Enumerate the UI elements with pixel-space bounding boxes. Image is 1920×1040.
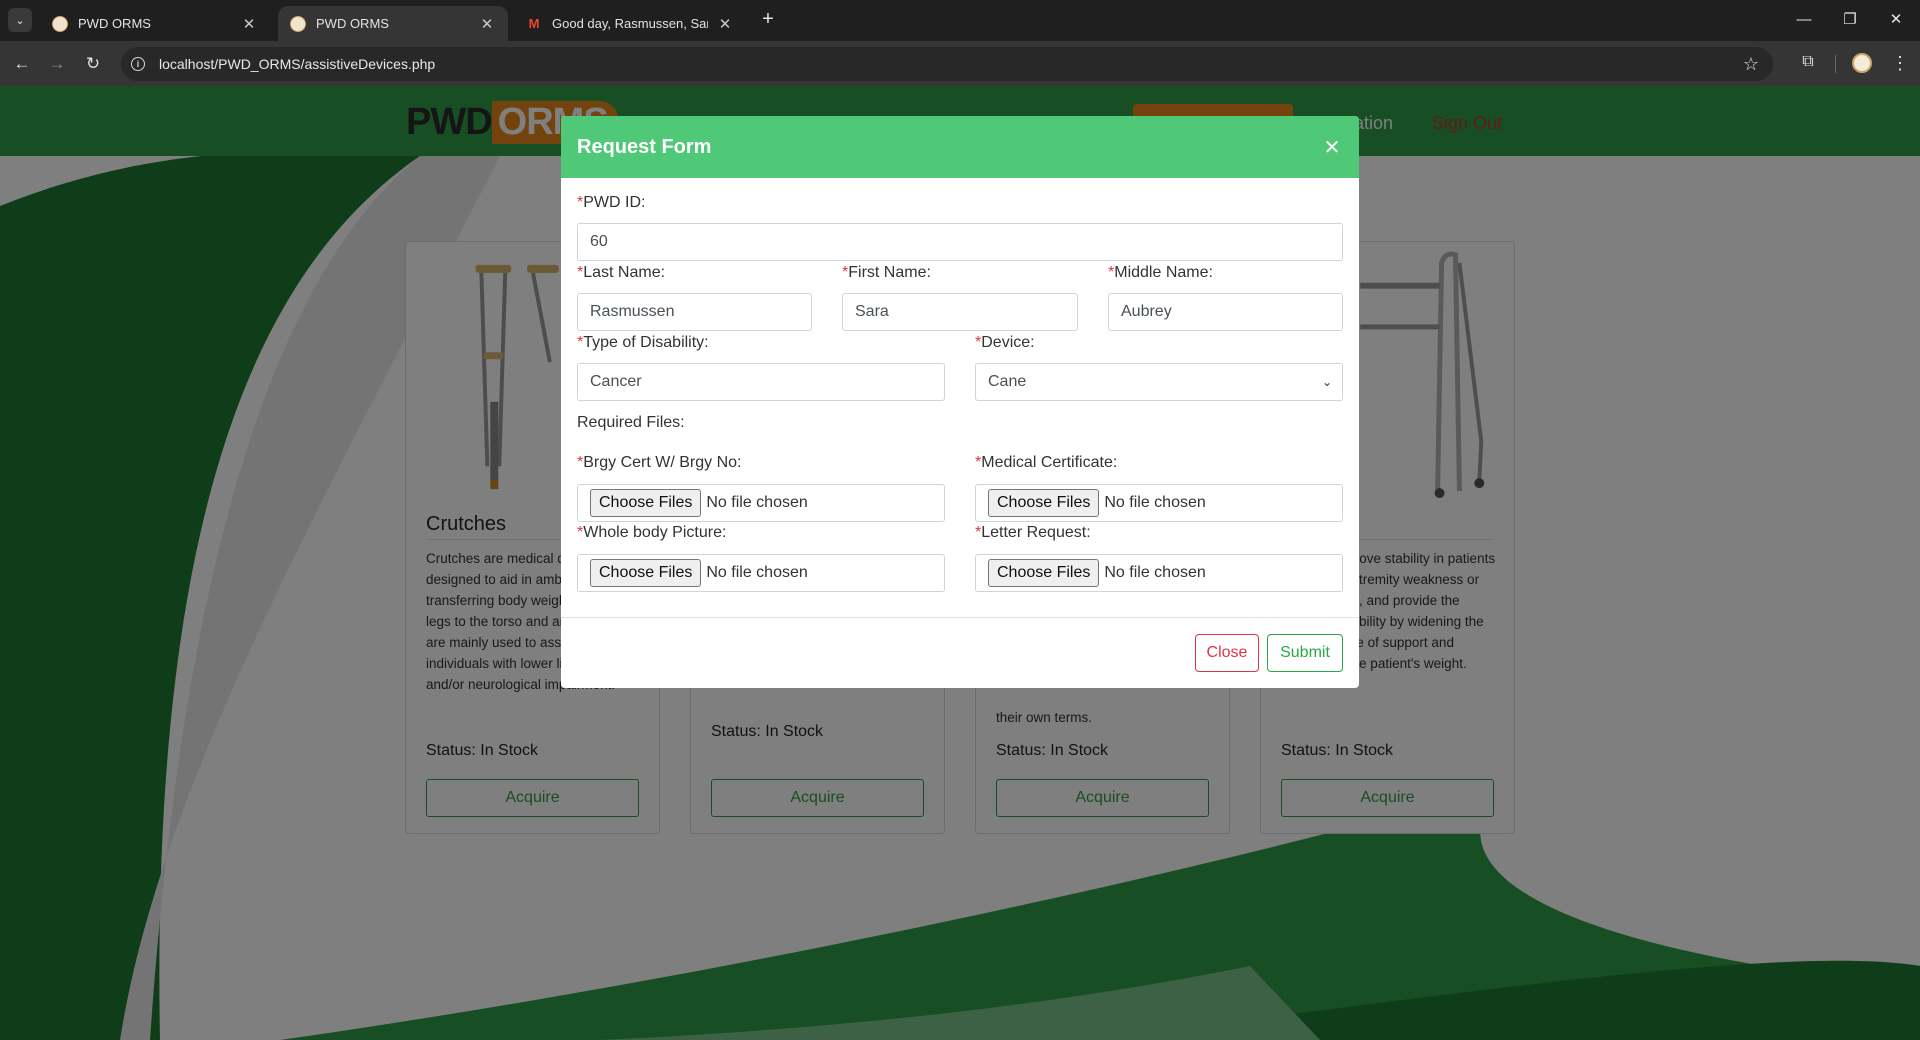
profile-avatar[interactable] xyxy=(1852,53,1872,73)
site-info-icon[interactable]: i xyxy=(131,57,145,71)
label-text: Whole body Picture: xyxy=(583,524,727,541)
submit-button[interactable]: Submit xyxy=(1267,634,1343,672)
close-tab-icon[interactable]: ✕ xyxy=(716,15,734,33)
middle-name-input[interactable]: Aubrey xyxy=(1108,293,1343,331)
modal-title: Request Form xyxy=(577,135,712,158)
pwd-id-label: *PWD ID: xyxy=(577,194,645,212)
browser-toolbar: ← → ↻ i localhost/PWD_ORMS/assistiveDevi… xyxy=(0,41,1920,86)
new-tab-plus-icon[interactable]: + xyxy=(757,9,779,31)
browser-tab-3[interactable]: M Good day, Rasmussen, Sara Au ✕ xyxy=(514,6,746,41)
tab-title: Good day, Rasmussen, Sara Au xyxy=(552,16,708,31)
modal-footer: Close Submit xyxy=(561,618,1359,688)
no-file-text: No file chosen xyxy=(706,564,808,581)
tab-title: PWD ORMS xyxy=(316,16,389,31)
reload-icon[interactable]: ↻ xyxy=(80,51,106,77)
brgy-cert-label: *Brgy Cert W/ Brgy No: xyxy=(577,454,741,472)
choose-files-button[interactable]: Choose Files xyxy=(590,559,702,587)
browser-tab-2[interactable]: PWD ORMS ✕ xyxy=(278,6,508,41)
no-file-text: No file chosen xyxy=(1104,564,1206,581)
bookmark-star-icon[interactable]: ☆ xyxy=(1743,54,1759,75)
gmail-icon: M xyxy=(528,16,540,31)
choose-files-button[interactable]: Choose Files xyxy=(590,489,702,517)
label-text: Letter Request: xyxy=(981,524,1091,541)
label-text: Brgy Cert W/ Brgy No: xyxy=(583,454,742,471)
label-text: First Name: xyxy=(848,264,931,281)
restore-icon[interactable]: ❐ xyxy=(1830,8,1870,32)
label-text: Type of Disability: xyxy=(583,334,709,351)
close-tab-icon[interactable]: ✕ xyxy=(478,15,496,33)
modal-close-x-icon[interactable]: ✕ xyxy=(1321,135,1343,160)
medical-cert-file-input[interactable]: Choose Files No file chosen xyxy=(975,484,1343,522)
device-select[interactable]: Cane ⌄ xyxy=(975,363,1343,401)
pwd-favicon-icon xyxy=(290,15,306,32)
forward-arrow-icon[interactable]: → xyxy=(44,51,70,77)
first-name-label: *First Name: xyxy=(842,264,931,282)
brgy-cert-file-input[interactable]: Choose Files No file chosen xyxy=(577,484,945,522)
browser-tab-strip: ⌄ PWD ORMS ✕ PWD ORMS ✕ M Good day, Rasm… xyxy=(0,0,1920,41)
disability-input[interactable]: Cancer xyxy=(577,363,945,401)
letter-request-label: *Letter Request: xyxy=(975,524,1091,542)
device-label: *Device: xyxy=(975,334,1035,352)
window-close-icon[interactable]: ✕ xyxy=(1876,8,1916,32)
tab-search-button[interactable]: ⌄ xyxy=(8,8,32,32)
browser-tab-1[interactable]: PWD ORMS ✕ xyxy=(40,6,270,41)
request-form-modal: Request Form ✕ *PWD ID: 60 *Last Name: R… xyxy=(561,116,1359,688)
whole-body-file-input[interactable]: Choose Files No file chosen xyxy=(577,554,945,592)
label-text: Middle Name: xyxy=(1114,264,1213,281)
last-name-input[interactable]: Rasmussen xyxy=(577,293,812,331)
browser-menu-kebab-icon[interactable]: ⋮ xyxy=(1890,50,1910,76)
disability-label: *Type of Disability: xyxy=(577,334,709,352)
last-name-label: *Last Name: xyxy=(577,264,665,282)
label-text: Device: xyxy=(981,334,1035,351)
url-text: localhost/PWD_ORMS/assistiveDevices.php xyxy=(159,56,436,72)
first-name-input[interactable]: Sara xyxy=(842,293,1078,331)
address-bar[interactable]: i localhost/PWD_ORMS/assistiveDevices.ph… xyxy=(121,47,1773,81)
toolbar-divider xyxy=(1835,55,1836,73)
label-text: Last Name: xyxy=(583,264,666,281)
required-files-heading: Required Files: xyxy=(577,414,685,431)
chevron-down-icon: ⌄ xyxy=(15,14,25,27)
middle-name-label: *Middle Name: xyxy=(1108,264,1213,282)
chevron-down-icon: ⌄ xyxy=(1321,375,1332,389)
label-text: PWD ID: xyxy=(583,194,646,211)
no-file-text: No file chosen xyxy=(1104,494,1206,511)
close-button[interactable]: Close xyxy=(1195,634,1259,672)
close-tab-icon[interactable]: ✕ xyxy=(240,15,258,33)
label-text: Medical Certificate: xyxy=(981,454,1118,471)
medical-cert-label: *Medical Certificate: xyxy=(975,454,1117,472)
back-arrow-icon[interactable]: ← xyxy=(9,51,35,77)
letter-request-file-input[interactable]: Choose Files No file chosen xyxy=(975,554,1343,592)
pwd-id-input[interactable]: 60 xyxy=(577,223,1343,261)
no-file-text: No file chosen xyxy=(706,494,808,511)
whole-body-label: *Whole body Picture: xyxy=(577,524,726,542)
modal-body: *PWD ID: 60 *Last Name: Rasmussen *First… xyxy=(561,178,1359,618)
minimize-icon[interactable]: — xyxy=(1784,8,1824,32)
extensions-puzzle-icon[interactable]: ⧉ xyxy=(1796,50,1820,74)
tab-title: PWD ORMS xyxy=(78,16,151,31)
choose-files-button[interactable]: Choose Files xyxy=(988,559,1100,587)
pwd-favicon-icon xyxy=(52,15,68,32)
choose-files-button[interactable]: Choose Files xyxy=(988,489,1100,517)
modal-header: Request Form ✕ xyxy=(561,116,1359,178)
page-viewport: PWD ORMS cation Sign Out Crutches Crutch… xyxy=(0,86,1920,1040)
device-selected-value: Cane xyxy=(988,373,1027,390)
